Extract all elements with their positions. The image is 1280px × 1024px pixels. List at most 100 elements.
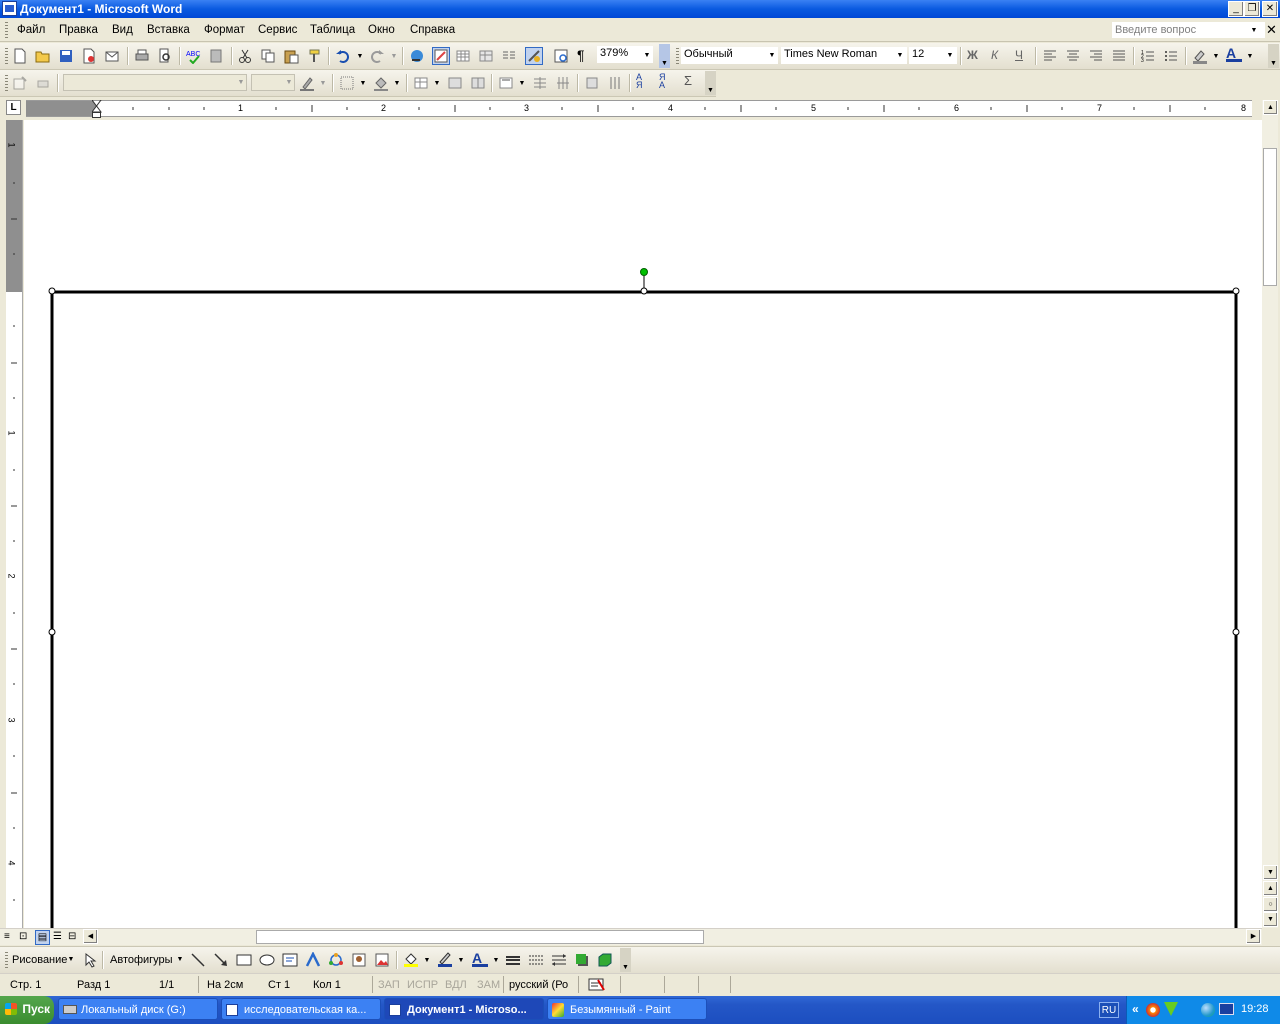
bullets-icon[interactable] bbox=[1163, 48, 1179, 64]
task-document1-word[interactable]: Документ1 - Microso... bbox=[384, 998, 544, 1020]
table-autoformat-icon[interactable] bbox=[584, 75, 600, 91]
hyperlink-icon[interactable] bbox=[409, 48, 425, 64]
outside-border-icon[interactable] bbox=[339, 75, 355, 91]
word-app-icon[interactable] bbox=[2, 1, 17, 16]
next-page-button[interactable]: ▼ bbox=[1263, 912, 1278, 927]
align-cell-dropdown-icon[interactable]: ▼ bbox=[516, 76, 528, 91]
reading-view-icon[interactable]: ⊟ bbox=[68, 931, 80, 943]
wordart-icon[interactable] bbox=[305, 952, 321, 968]
insert-excel-icon[interactable] bbox=[478, 48, 494, 64]
task-research-doc[interactable]: исследовательская ка... bbox=[221, 998, 381, 1020]
shading-color-icon[interactable] bbox=[373, 75, 389, 91]
merge-cells-icon[interactable] bbox=[447, 75, 463, 91]
line-style-dropdown-icon[interactable]: ▼ bbox=[235, 75, 247, 90]
show-formatting-icon[interactable]: ¶ bbox=[577, 47, 593, 63]
dash-style-icon[interactable] bbox=[528, 952, 544, 968]
menu-table[interactable]: Таблица bbox=[310, 24, 355, 36]
print-icon[interactable] bbox=[134, 48, 150, 64]
line-style-combobox[interactable] bbox=[63, 74, 247, 91]
status-overtype[interactable]: ЗАМ bbox=[477, 979, 500, 991]
autoshapes-menu-button[interactable]: Автофигуры bbox=[110, 954, 173, 966]
undo-dropdown-icon[interactable]: ▼ bbox=[354, 49, 366, 64]
highlight-dropdown-icon[interactable]: ▼ bbox=[1210, 49, 1222, 64]
document-map-icon[interactable] bbox=[553, 48, 569, 64]
web-view-icon[interactable]: ⊡ bbox=[19, 931, 31, 943]
language-indicator[interactable]: RU bbox=[1099, 1002, 1119, 1018]
menu-grip[interactable] bbox=[5, 22, 8, 38]
menu-format[interactable]: Формат bbox=[204, 24, 245, 36]
select-objects-icon[interactable] bbox=[82, 952, 98, 968]
status-track-changes[interactable]: ИСПР bbox=[407, 979, 438, 991]
highlight-icon[interactable] bbox=[1192, 48, 1208, 64]
justify-icon[interactable] bbox=[1111, 48, 1127, 64]
fill-color-icon[interactable] bbox=[403, 951, 419, 967]
bold-icon[interactable]: Ж bbox=[967, 48, 983, 64]
undo-icon[interactable] bbox=[335, 48, 351, 64]
task-local-disk[interactable]: Локальный диск (G:) bbox=[58, 998, 218, 1020]
format-painter-icon[interactable] bbox=[306, 48, 322, 64]
print-preview-icon[interactable] bbox=[157, 48, 173, 64]
horizontal-scroll-thumb[interactable] bbox=[256, 930, 704, 944]
redo-icon[interactable] bbox=[369, 48, 385, 64]
autoshapes-dropdown-icon[interactable]: ▼ bbox=[174, 952, 186, 967]
align-right-icon[interactable] bbox=[1088, 48, 1104, 64]
font-color-icon[interactable]: A bbox=[1226, 45, 1242, 62]
menu-file[interactable]: Файл bbox=[17, 24, 45, 36]
diagram-icon[interactable] bbox=[328, 952, 344, 968]
tray-expand-icon[interactable]: « bbox=[1132, 1002, 1139, 1016]
change-text-direction-icon[interactable] bbox=[607, 75, 623, 91]
columns-icon[interactable] bbox=[501, 48, 517, 64]
shadow-style-icon[interactable] bbox=[574, 952, 590, 968]
rectangle-tool-icon[interactable] bbox=[236, 952, 252, 968]
status-extend[interactable]: ВДЛ bbox=[445, 979, 467, 991]
permission-icon[interactable] bbox=[81, 48, 97, 64]
autosum-icon[interactable]: Σ bbox=[684, 73, 700, 89]
title-bar[interactable]: Документ1 - Microsoft Word _ ❐ ✕ bbox=[0, 0, 1280, 18]
document-canvas[interactable] bbox=[24, 120, 1262, 928]
save-icon[interactable] bbox=[58, 48, 74, 64]
paste-icon[interactable] bbox=[283, 48, 299, 64]
research-icon[interactable] bbox=[209, 48, 225, 64]
distribute-columns-icon[interactable] bbox=[555, 75, 571, 91]
arrow-tool-icon[interactable] bbox=[213, 952, 229, 968]
align-center-icon[interactable] bbox=[1065, 48, 1081, 64]
line-style-icon[interactable] bbox=[505, 952, 521, 968]
font-combobox[interactable]: Times New Roman bbox=[781, 47, 907, 64]
line-color-icon[interactable] bbox=[437, 951, 453, 967]
menu-insert[interactable]: Вставка bbox=[147, 24, 190, 36]
tab-selector-button[interactable]: L bbox=[6, 100, 21, 115]
clip-art-icon[interactable] bbox=[351, 952, 367, 968]
start-button[interactable]: Пуск bbox=[0, 996, 54, 1024]
drawing-toggle-icon[interactable] bbox=[525, 47, 543, 65]
ask-question-input[interactable]: Введите вопрос bbox=[1112, 22, 1265, 38]
print-layout-view-icon[interactable]: ▤ bbox=[35, 930, 50, 945]
fill-color-dropdown-icon[interactable]: ▼ bbox=[421, 953, 433, 968]
insert-table-dropdown-icon[interactable]: ▼ bbox=[431, 76, 443, 91]
horizontal-ruler[interactable]: 1 2 3 4 5 6 7 8 bbox=[26, 100, 1252, 118]
selected-rectangle-shape[interactable] bbox=[24, 120, 1262, 928]
open-folder-icon[interactable] bbox=[35, 48, 51, 64]
zoom-dropdown-icon[interactable]: ▼ bbox=[641, 48, 653, 63]
oval-tool-icon[interactable] bbox=[259, 952, 275, 968]
close-button[interactable]: ✕ bbox=[1262, 1, 1278, 17]
align-left-icon[interactable] bbox=[1042, 48, 1058, 64]
style-dropdown-icon[interactable]: ▼ bbox=[766, 48, 778, 63]
redo-dropdown-icon[interactable]: ▼ bbox=[388, 49, 400, 64]
scroll-down-button[interactable]: ▼ bbox=[1263, 865, 1278, 880]
insert-table-icon[interactable] bbox=[455, 48, 471, 64]
draw-menu-button[interactable]: Рисование bbox=[12, 954, 67, 966]
insert-table-small-icon[interactable] bbox=[413, 75, 429, 91]
ask-dropdown-icon[interactable]: ▼ bbox=[1248, 23, 1260, 38]
3d-style-icon[interactable] bbox=[597, 952, 613, 968]
vertical-scrollbar[interactable]: ▲ ▼ ▲ ○ ▼ bbox=[1262, 100, 1278, 928]
menu-view[interactable]: Вид bbox=[112, 24, 133, 36]
numbering-icon[interactable]: 123 bbox=[1140, 48, 1156, 64]
cut-icon[interactable] bbox=[237, 48, 253, 64]
tables-borders-icon[interactable] bbox=[432, 47, 450, 65]
menu-window[interactable]: Окно bbox=[368, 24, 395, 36]
font-dropdown-icon[interactable]: ▼ bbox=[894, 48, 906, 63]
line-color-dropdown-icon[interactable]: ▼ bbox=[455, 953, 467, 968]
task-paint[interactable]: Безымянный - Paint bbox=[547, 998, 707, 1020]
border-color-dropdown-icon[interactable]: ▼ bbox=[317, 76, 329, 91]
insert-picture-icon[interactable] bbox=[374, 952, 390, 968]
